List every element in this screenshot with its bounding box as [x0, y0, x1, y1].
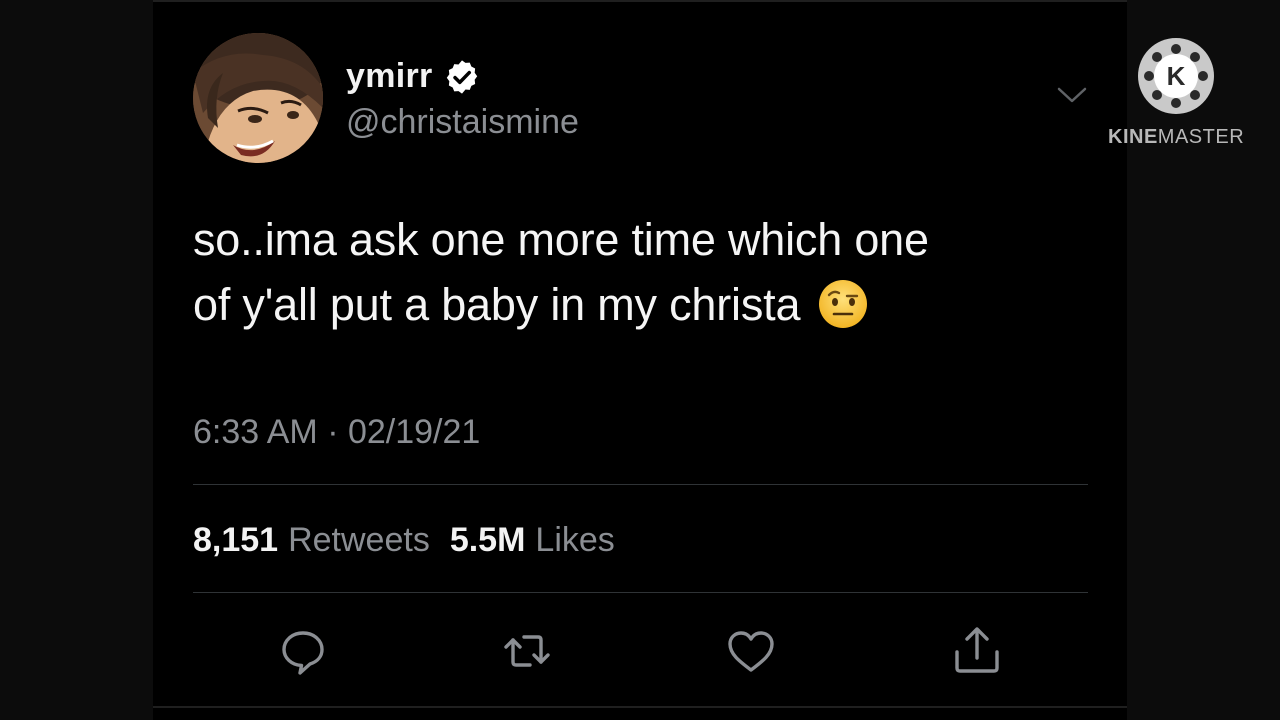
divider-bottom [193, 592, 1088, 593]
kinemaster-logo-icon: K [1138, 38, 1214, 114]
tweet-timestamp[interactable]: 6:33 AM · 02/19/21 [193, 410, 480, 454]
kinemaster-wordmark-bold: KINE [1108, 126, 1158, 148]
top-border [153, 0, 1127, 2]
share-icon[interactable] [950, 624, 1004, 678]
user-handle[interactable]: @christaismine [346, 100, 579, 144]
retweets-stat[interactable]: 8,151 Retweets [193, 521, 450, 559]
raised-eyebrow-face-icon [818, 280, 867, 328]
likes-stat[interactable]: 5.5M Likes [450, 521, 635, 559]
tweet-text-line-2-text: of y'all put a baby in my christa [193, 279, 801, 330]
kinemaster-logo-letter: K [1167, 61, 1186, 91]
tweet-text-line-1: so..ima ask one more time which one [193, 214, 929, 265]
tweet-stats: 8,151 Retweets 5.5M Likes [193, 518, 635, 562]
chevron-down-icon[interactable] [1055, 82, 1089, 108]
verified-badge-icon [446, 60, 477, 94]
reply-icon[interactable] [276, 624, 330, 678]
kinemaster-wordmark: KINEMASTER [1108, 124, 1245, 150]
retweets-label: Retweets [288, 521, 430, 559]
kinemaster-wordmark-regular: MASTER [1157, 126, 1245, 148]
tweet-text: so..ima ask one more time which one of y… [193, 207, 1093, 337]
retweets-count: 8,151 [193, 521, 279, 559]
display-name[interactable]: ymirr [346, 53, 433, 99]
bottom-border [153, 706, 1127, 708]
avatar[interactable] [193, 33, 323, 163]
tweet-text-line-2: of y'all put a baby in my christa [193, 272, 1093, 337]
like-icon[interactable] [724, 624, 778, 678]
likes-label: Likes [535, 521, 615, 559]
avatar-image [193, 33, 323, 163]
divider-top [193, 484, 1088, 485]
retweet-icon[interactable] [500, 624, 554, 678]
kinemaster-watermark: K KINEMASTER [1108, 36, 1245, 156]
likes-count: 5.5M [449, 521, 526, 559]
author-name-row[interactable]: ymirr [346, 53, 481, 99]
